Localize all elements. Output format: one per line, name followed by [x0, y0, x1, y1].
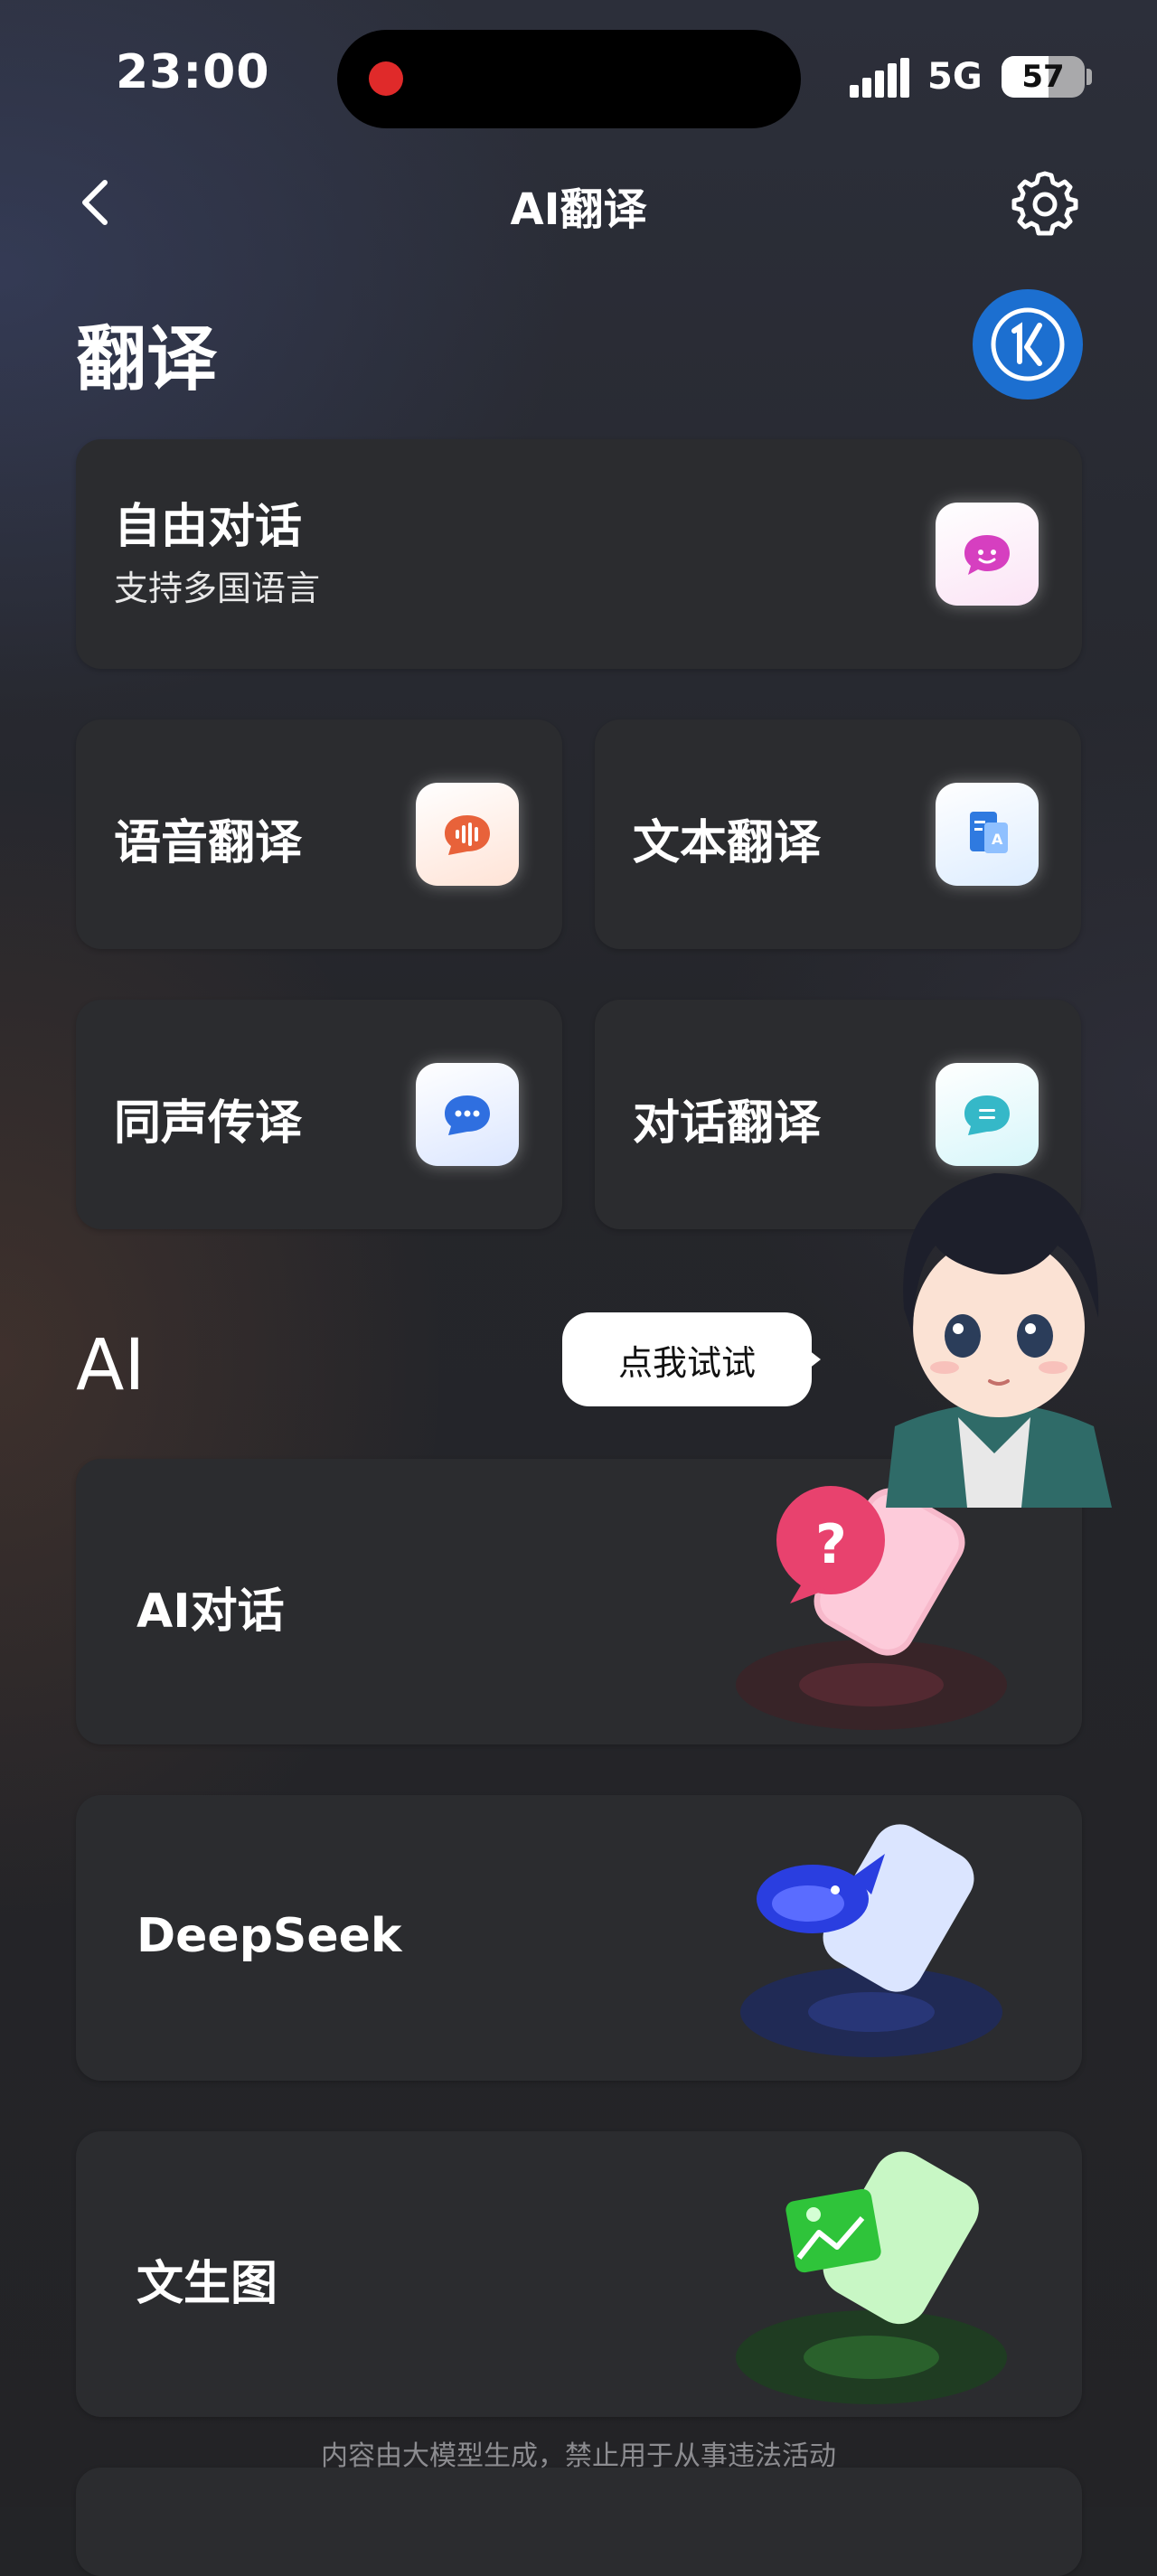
free-chat-subtitle: 支持多国语言 — [114, 569, 321, 608]
free-chat-icon-tile — [936, 503, 1039, 606]
gear-icon — [1011, 171, 1078, 236]
section-heading-ai: AI — [76, 1325, 146, 1406]
network-type: 5G — [927, 56, 983, 98]
voice-translate-card[interactable]: 语音翻译 — [76, 719, 562, 949]
simultaneous-interpretation-label: 同声传译 — [114, 1096, 303, 1151]
text-to-image-label: 文生图 — [136, 2257, 278, 2311]
settings-button[interactable] — [1011, 168, 1079, 237]
deepseek-card[interactable]: DeepSeek — [76, 1795, 1082, 2081]
image-icon — [736, 2151, 1007, 2404]
text-translate-label: 文本翻译 — [633, 816, 822, 870]
section-heading-translate: 翻译 — [76, 319, 218, 400]
chat-bubble-icon — [964, 535, 1010, 575]
free-chat-card[interactable]: 自由对话 支持多国语言 — [76, 439, 1082, 669]
text-to-image-card[interactable]: 文生图 — [76, 2131, 1082, 2417]
free-chat-title: 自由对话 — [114, 500, 303, 554]
tooltip-tail — [804, 1347, 821, 1372]
ai-chat-label: AI对话 — [136, 1584, 285, 1639]
battery-icon: 57 — [1002, 56, 1085, 98]
whale-icon — [740, 1824, 1002, 2057]
simultaneous-interpretation-card[interactable]: 同声传译 — [76, 1000, 562, 1229]
text-translate-icon-tile: A — [936, 783, 1039, 886]
voice-translate-label: 语音翻译 — [114, 816, 303, 870]
dialogue-translate-label: 对话翻译 — [633, 1096, 822, 1151]
svg-text:?: ? — [815, 1513, 847, 1576]
user-avatar[interactable] — [973, 289, 1083, 400]
document-icon: A — [970, 812, 1008, 853]
recording-indicator — [369, 61, 403, 96]
voice-translate-icon-tile — [416, 783, 519, 886]
speech-dots-icon — [445, 1095, 490, 1135]
ai-disclaimer: 内容由大模型生成，禁止用于从事违法活动 — [321, 2440, 836, 2472]
battery-tip — [1086, 69, 1092, 85]
dynamic-island — [337, 30, 801, 128]
deepseek-label: DeepSeek — [136, 1909, 402, 1963]
battery-percent: 57 — [1021, 59, 1065, 95]
signal-icon — [850, 58, 909, 98]
brand-logo-icon — [991, 307, 1065, 381]
mascot-character-icon[interactable] — [850, 1128, 1139, 1508]
try-me-tooltip[interactable]: 点我试试 — [562, 1312, 812, 1406]
svg-text:A: A — [992, 831, 1003, 848]
voice-wave-icon — [445, 815, 490, 855]
status-time: 23:00 — [116, 45, 270, 99]
page-title: AI翻译 — [510, 184, 647, 235]
next-ai-card[interactable] — [76, 2468, 1082, 2576]
text-translate-card[interactable]: 文本翻译 A — [595, 719, 1081, 949]
simultaneous-interpretation-icon-tile — [416, 1063, 519, 1166]
